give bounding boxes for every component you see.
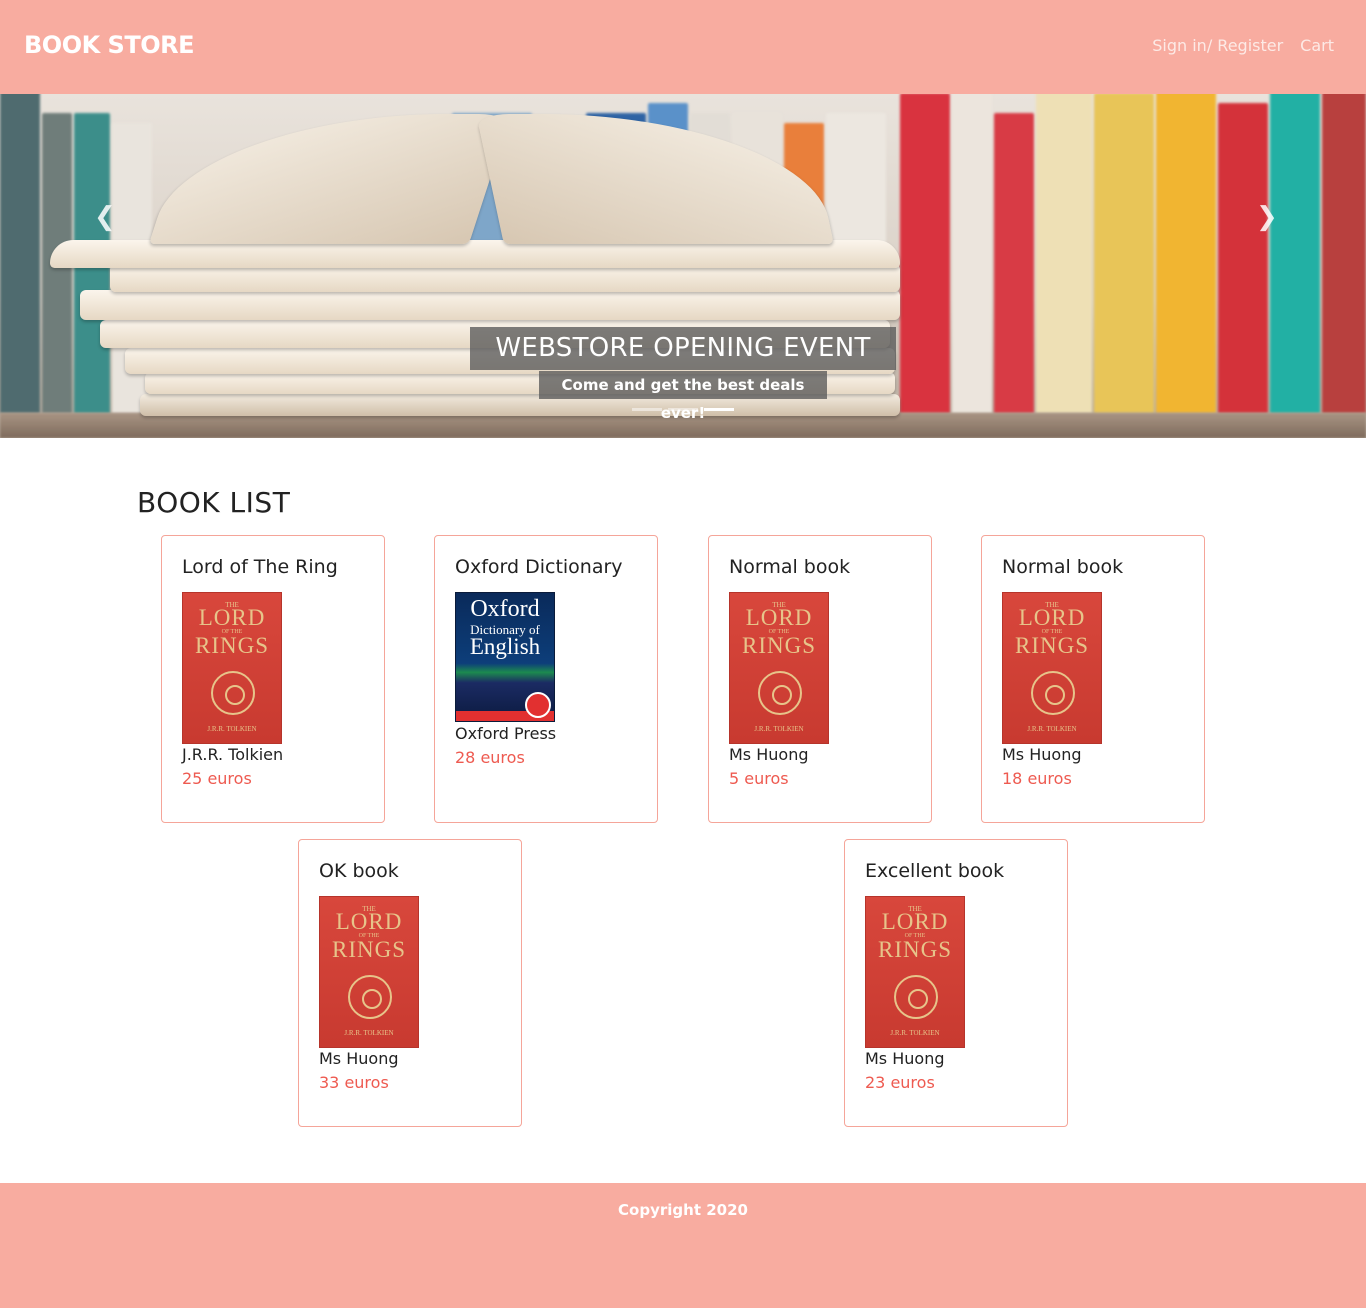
book-cover-image[interactable]: Oxford Dictionary of English [455, 592, 555, 722]
carousel-indicator-2[interactable] [668, 408, 698, 411]
nav-links: Sign in/ Register Cart [1152, 36, 1334, 55]
book-cover-image[interactable]: THE LORD OF THE RINGS J.R.R. TOLKIEN [182, 592, 282, 744]
book-title[interactable]: Lord of The Ring [182, 556, 338, 578]
ring-emblem-icon [348, 975, 392, 1019]
carousel-indicator-1[interactable] [632, 408, 662, 411]
carousel-caption-subtitle: Come and get the best deals ever! [539, 371, 827, 422]
book-list-heading: BOOK LIST [137, 486, 291, 519]
book-price: 18 euros [1002, 769, 1072, 788]
hero-carousel: ❮ ❯ WEBSTORE OPENING EVENT Come and get … [0, 94, 1366, 438]
book-author: Ms Huong [729, 745, 809, 764]
book-price: 33 euros [319, 1073, 389, 1092]
copyright-text: Copyright 2020 [618, 1201, 748, 1219]
ring-emblem-icon [1031, 671, 1075, 715]
book-title[interactable]: Normal book [729, 556, 850, 578]
book-card[interactable]: Normal book THE LORD OF THE RINGS J.R.R.… [708, 535, 932, 823]
book-card[interactable]: Excellent book THE LORD OF THE RINGS J.R… [844, 839, 1068, 1127]
ring-emblem-icon [894, 975, 938, 1019]
power-badge-icon [525, 692, 551, 718]
book-author: J.R.R. Tolkien [182, 745, 284, 764]
carousel-next-button[interactable]: ❯ [1256, 204, 1278, 230]
book-author: Ms Huong [865, 1049, 945, 1068]
book-price: 28 euros [455, 748, 525, 767]
book-price: 5 euros [729, 769, 789, 788]
carousel-prev-button[interactable]: ❮ [94, 204, 116, 230]
ring-emblem-icon [758, 671, 802, 715]
book-cover-image[interactable]: THE LORD OF THE RINGS J.R.R. TOLKIEN [865, 896, 965, 1048]
book-author: Ms Huong [319, 1049, 399, 1068]
carousel-indicators [632, 408, 734, 411]
brand-logo[interactable]: BOOK STORE [24, 31, 194, 59]
cart-link[interactable]: Cart [1300, 36, 1334, 55]
book-title[interactable]: Excellent book [865, 860, 1004, 882]
book-author: Oxford Press [455, 724, 557, 743]
book-card[interactable]: Normal book THE LORD OF THE RINGS J.R.R.… [981, 535, 1205, 823]
book-author: Ms Huong [1002, 745, 1082, 764]
book-price: 25 euros [182, 769, 252, 788]
book-title[interactable]: Oxford Dictionary [455, 556, 623, 578]
book-card[interactable]: OK book THE LORD OF THE RINGS J.R.R. TOL… [298, 839, 522, 1127]
book-cover-image[interactable]: THE LORD OF THE RINGS J.R.R. TOLKIEN [319, 896, 419, 1048]
carousel-caption-title: WEBSTORE OPENING EVENT [470, 327, 896, 370]
book-card[interactable]: Oxford Dictionary Oxford Dictionary of E… [434, 535, 658, 823]
book-cover-image[interactable]: THE LORD OF THE RINGS J.R.R. TOLKIEN [1002, 592, 1102, 744]
book-title[interactable]: OK book [319, 860, 399, 882]
book-title[interactable]: Normal book [1002, 556, 1123, 578]
carousel-indicator-3[interactable] [704, 408, 734, 411]
ring-emblem-icon [211, 671, 255, 715]
navbar: BOOK STORE Sign in/ Register Cart [0, 0, 1366, 94]
book-price: 23 euros [865, 1073, 935, 1092]
book-card[interactable]: Lord of The Ring THE LORD OF THE RINGS J… [161, 535, 385, 823]
sign-in-register-link[interactable]: Sign in/ Register [1152, 36, 1283, 55]
footer: Copyright 2020 [0, 1183, 1366, 1308]
book-cover-image[interactable]: THE LORD OF THE RINGS J.R.R. TOLKIEN [729, 592, 829, 744]
